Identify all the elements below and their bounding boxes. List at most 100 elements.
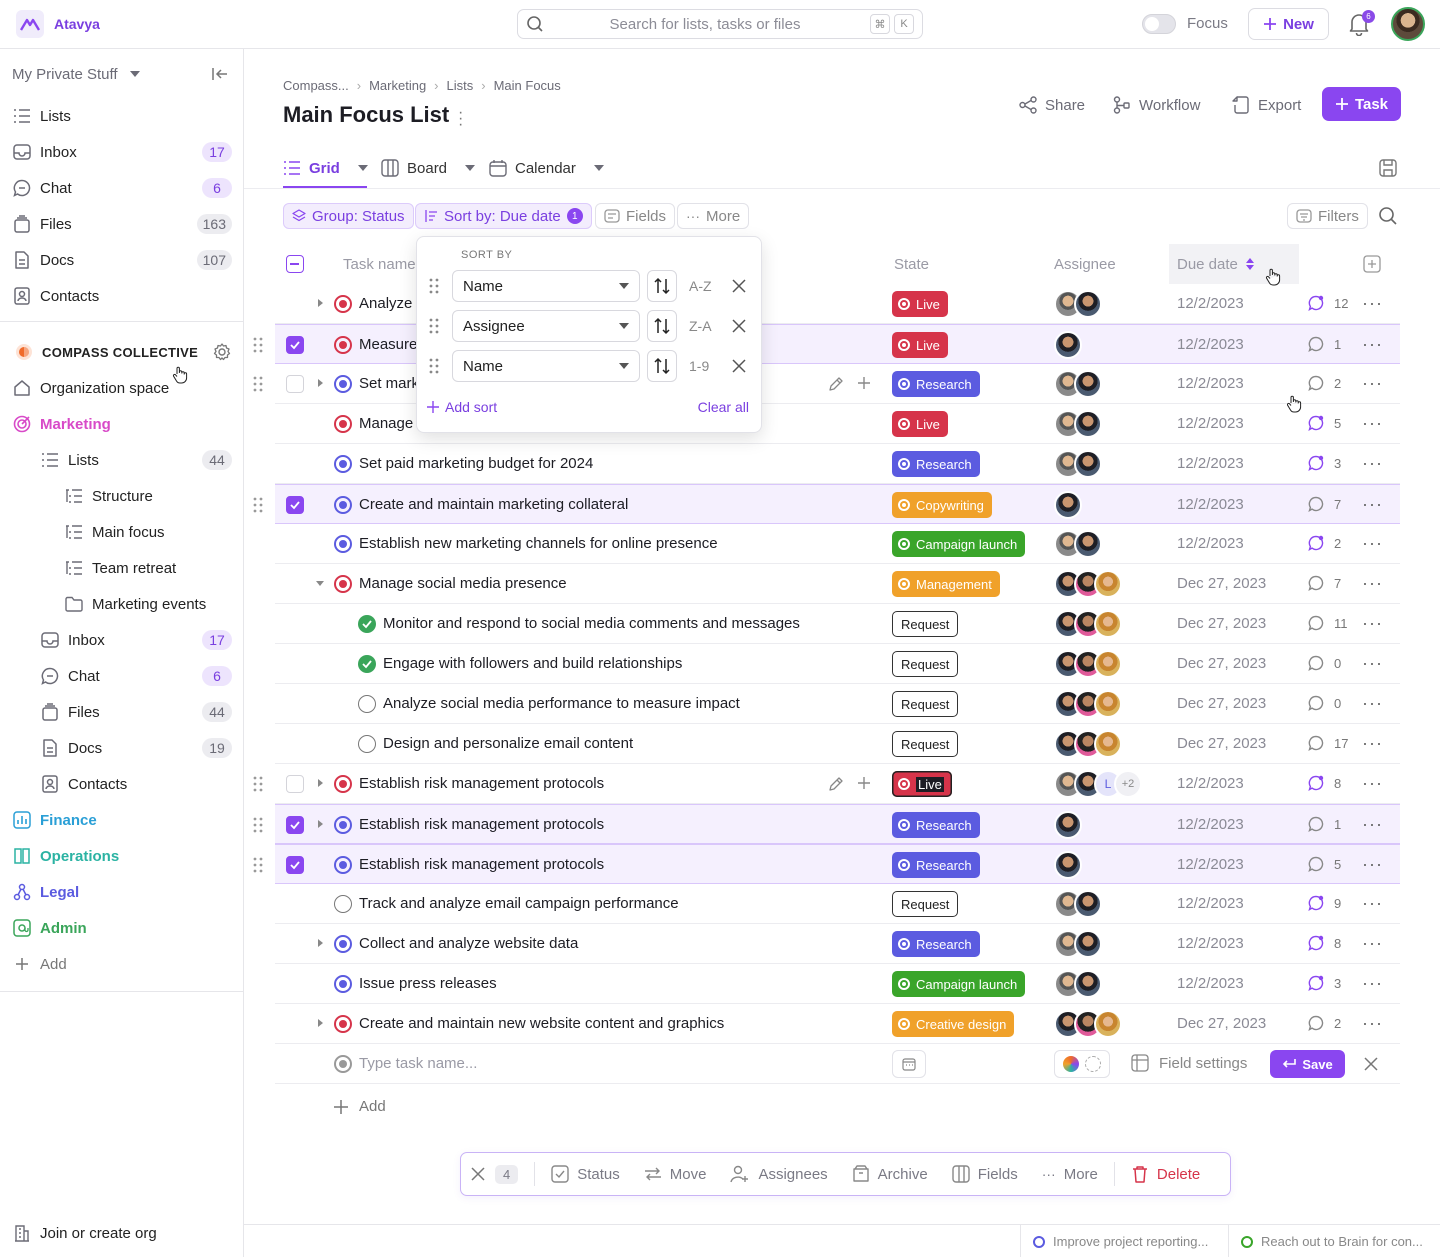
user-avatar[interactable] <box>1391 7 1425 41</box>
row-more-icon[interactable]: ··· <box>1362 574 1383 592</box>
comment-count[interactable]: 2 <box>1308 535 1341 551</box>
status-item[interactable]: Reach out to Brain for con... <box>1228 1225 1440 1257</box>
row-checkbox[interactable] <box>286 375 304 393</box>
sidebar-item-marketing[interactable]: Marketing <box>0 406 244 442</box>
caret-down-icon[interactable] <box>315 578 325 588</box>
breadcrumb-item[interactable]: Marketing <box>369 78 426 93</box>
due-date[interactable]: 12/2/2023 <box>1177 375 1244 392</box>
assignee-avatars[interactable] <box>1054 890 1102 918</box>
status-icon[interactable] <box>334 455 352 473</box>
due-date[interactable]: 12/2/2023 <box>1177 535 1244 552</box>
sidebar-item-marketing-chat[interactable]: Chat 6 <box>0 658 244 694</box>
add-sort-button[interactable]: Add sort <box>427 399 497 415</box>
caret-right-icon[interactable] <box>315 819 325 829</box>
task-name[interactable]: Issue press releases <box>359 975 497 992</box>
sort-direction-toggle[interactable] <box>647 350 677 382</box>
row-checkbox[interactable] <box>286 775 304 793</box>
status-icon[interactable] <box>358 615 376 633</box>
assignee-avatars[interactable] <box>1054 331 1082 359</box>
focus-toggle[interactable] <box>1142 14 1176 34</box>
state-tag[interactable]: Request <box>892 731 959 757</box>
due-date[interactable]: 12/2/2023 <box>1177 935 1244 952</box>
sidebar-item-lists[interactable]: Lists <box>0 98 244 134</box>
status-icon[interactable] <box>358 695 376 713</box>
drag-handle-icon[interactable] <box>253 776 263 792</box>
comment-count[interactable]: 3 <box>1308 975 1341 991</box>
task-name[interactable]: Analyze <box>359 295 412 312</box>
caret-right-icon[interactable] <box>315 938 325 948</box>
comment-count[interactable]: 8 <box>1308 935 1341 951</box>
row-more-icon[interactable]: ··· <box>1362 614 1383 632</box>
state-tag[interactable]: Request <box>892 651 959 677</box>
status-icon[interactable] <box>334 415 352 433</box>
due-date[interactable]: 12/2/2023 <box>1177 336 1244 353</box>
status-icon[interactable] <box>334 975 352 993</box>
table-search-icon[interactable] <box>1378 206 1398 226</box>
assignee-avatars[interactable] <box>1054 410 1102 438</box>
bulk-delete-button[interactable]: Delete <box>1131 1165 1200 1183</box>
task-name[interactable]: Establish risk management protocols <box>359 856 604 873</box>
edit-pencil-icon[interactable] <box>828 776 844 792</box>
row-more-icon[interactable]: ··· <box>1362 1014 1383 1032</box>
bulk-more-button[interactable]: ··· More <box>1042 1166 1098 1183</box>
comment-count[interactable]: 7 <box>1308 575 1341 591</box>
status-icon[interactable] <box>334 375 352 393</box>
status-icon[interactable] <box>334 935 352 953</box>
drag-handle-icon[interactable] <box>253 857 263 873</box>
org-header[interactable]: COMPASS COLLECTIVE <box>0 334 244 370</box>
drag-handle-icon[interactable] <box>253 497 263 513</box>
column-header-state[interactable]: State <box>894 244 929 284</box>
gear-icon[interactable] <box>213 343 231 361</box>
sidebar-item-org-space[interactable]: Organization space <box>0 370 244 406</box>
state-tag[interactable]: Live <box>892 291 948 317</box>
row-more-icon[interactable]: ··· <box>1362 934 1383 952</box>
row-more-icon[interactable]: ··· <box>1362 855 1383 873</box>
row-more-icon[interactable]: ··· <box>1362 335 1383 353</box>
task-name[interactable]: Create and maintain new website content … <box>359 1015 724 1032</box>
comment-count[interactable]: 2 <box>1308 1015 1341 1031</box>
new-task-input[interactable]: Type task name... <box>359 1055 477 1072</box>
due-date[interactable]: Dec 27, 2023 <box>1177 1015 1266 1032</box>
group-by-chip[interactable]: Group: Status <box>283 203 414 229</box>
add-task-button[interactable]: Task <box>1322 87 1401 121</box>
due-date[interactable]: 12/2/2023 <box>1177 775 1244 792</box>
sidebar-item-marketing-contacts[interactable]: Contacts <box>0 766 244 802</box>
bulk-status-button[interactable]: Status <box>551 1165 620 1183</box>
column-header-assignee[interactable]: Assignee <box>1054 244 1116 284</box>
assignee-avatars[interactable] <box>1054 570 1122 598</box>
sort-field-select[interactable]: Name <box>452 270 640 302</box>
table-row[interactable]: Create and maintain new website content … <box>275 1004 1400 1044</box>
task-name[interactable]: Measure <box>359 336 417 353</box>
share-button[interactable]: Share <box>1019 90 1085 120</box>
sidebar-item-marketing-lists[interactable]: Lists 44 <box>0 442 244 478</box>
status-icon[interactable] <box>334 856 352 874</box>
comment-count[interactable]: 5 <box>1308 415 1341 431</box>
sidebar-item-admin[interactable]: Admin <box>0 910 244 946</box>
comment-count[interactable]: 1 <box>1308 816 1341 832</box>
space-switcher[interactable]: My Private Stuff <box>0 56 244 92</box>
breadcrumb-item[interactable]: Compass... <box>283 78 349 93</box>
bulk-move-button[interactable]: Move <box>644 1166 706 1183</box>
state-tag[interactable]: Live <box>892 411 948 437</box>
state-tag[interactable]: Research <box>892 371 980 397</box>
drag-handle-icon[interactable] <box>429 358 439 374</box>
sidebar-item-team-retreat[interactable]: Team retreat <box>0 550 244 586</box>
task-name[interactable]: Manage <box>359 415 413 432</box>
due-date[interactable]: Dec 27, 2023 <box>1177 655 1266 672</box>
task-name[interactable]: Establish risk management protocols <box>359 816 604 833</box>
sort-field-select[interactable]: Assignee <box>452 310 640 342</box>
sidebar-item-contacts[interactable]: Contacts <box>0 278 244 314</box>
row-more-icon[interactable]: ··· <box>1362 815 1383 833</box>
chevron-down-icon[interactable] <box>593 165 604 171</box>
task-name[interactable]: Monitor and respond to social media comm… <box>383 615 800 632</box>
due-date[interactable]: 12/2/2023 <box>1177 816 1244 833</box>
assignee-avatars[interactable] <box>1054 970 1102 998</box>
new-button[interactable]: New <box>1248 8 1329 40</box>
bulk-archive-button[interactable]: Archive <box>852 1165 928 1183</box>
row-more-icon[interactable]: ··· <box>1362 894 1383 912</box>
add-subtask-icon[interactable] <box>857 376 871 390</box>
row-more-icon[interactable]: ··· <box>1362 974 1383 992</box>
row-more-icon[interactable]: ··· <box>1362 774 1383 792</box>
table-row[interactable]: Collect and analyze website data Research… <box>275 924 1400 964</box>
status-icon[interactable] <box>334 336 352 354</box>
